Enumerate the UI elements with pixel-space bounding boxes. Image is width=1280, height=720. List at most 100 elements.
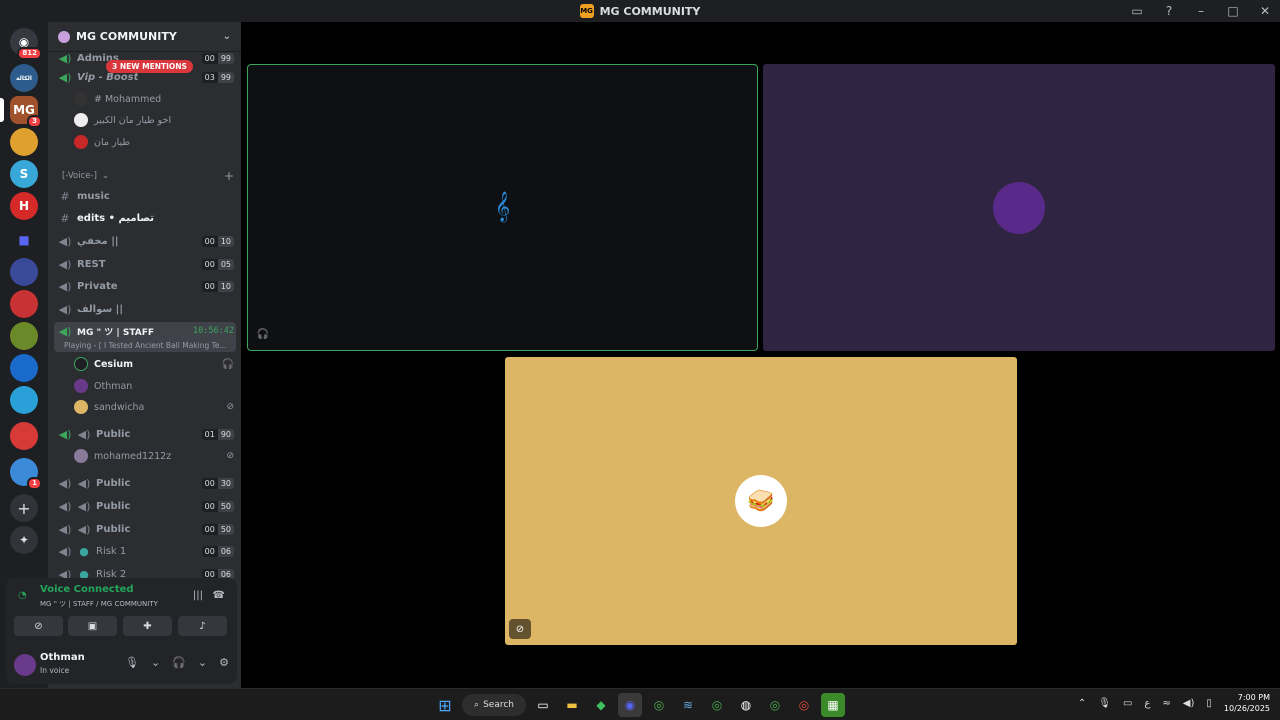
- chevron-up-icon[interactable]: ⌃: [1078, 698, 1086, 709]
- voice-channel[interactable]: ◀) مخفي || 00 10: [56, 231, 234, 251]
- voice-user[interactable]: Othman: [74, 376, 234, 396]
- chevron-down-icon[interactable]: ⌄: [198, 656, 207, 669]
- microphone-icon[interactable]: 🎙: [125, 656, 139, 669]
- minimize-button[interactable]: –: [1194, 4, 1208, 18]
- avatar: [74, 400, 88, 414]
- soundboard-icon: ♪: [199, 620, 206, 632]
- server-icon[interactable]: 1: [10, 458, 42, 490]
- voice-status[interactable]: Voice Connected: [40, 584, 134, 595]
- windows-start-icon[interactable]: ⊞: [433, 693, 457, 717]
- count-limit: 50: [217, 500, 234, 512]
- user-count: 00 06: [201, 545, 234, 557]
- screen-share-button[interactable]: ▣: [68, 616, 117, 636]
- app-icon[interactable]: ≋: [676, 693, 700, 717]
- chrome-icon[interactable]: ◎: [763, 693, 787, 717]
- soundboard-button[interactable]: ♪: [178, 616, 227, 636]
- speaker-icon: ◀): [58, 279, 72, 293]
- help-icon[interactable]: ?: [1162, 4, 1176, 18]
- voice-channel[interactable]: ◀) Vip - Boost 03 99: [56, 67, 234, 87]
- chrome-icon[interactable]: ◎: [705, 693, 729, 717]
- file-explorer-icon[interactable]: ▬: [560, 693, 584, 717]
- voice-stage: 𝄞 🎧 🥪 ⊘: [241, 22, 1280, 688]
- channel-name: edits • تصاميم: [77, 212, 154, 224]
- server-icon[interactable]: [10, 422, 38, 450]
- close-button[interactable]: ✕: [1258, 4, 1272, 18]
- count-current: 00: [201, 523, 218, 535]
- folder-icon[interactable]: ■: [10, 226, 38, 254]
- activities-button[interactable]: ✚: [123, 616, 172, 636]
- channel-name: Public: [96, 477, 131, 489]
- add-server-icon[interactable]: +: [10, 494, 38, 522]
- participant-tile-othman[interactable]: [763, 64, 1275, 351]
- user-controls: 🎙 ⌄ 🎧 ⌄ ⚙: [125, 656, 229, 669]
- inbox-icon[interactable]: ▭: [1130, 4, 1144, 18]
- voice-user[interactable]: طيار مان: [74, 132, 234, 152]
- speaker-icon: ◀): [58, 522, 72, 536]
- voice-user[interactable]: sandwicha ⊘: [74, 397, 234, 417]
- voice-channel[interactable]: ◀) سوالف ||: [56, 299, 234, 319]
- voice-user[interactable]: mohamed1212z ⊘: [74, 446, 234, 466]
- voice-user[interactable]: اخو طيار مان الكبير: [74, 110, 234, 130]
- server-icon[interactable]: [10, 128, 38, 156]
- voice-channel-path[interactable]: MG " ツ | STAFF / MG COMMUNITY: [40, 599, 158, 609]
- voice-channel[interactable]: ◀) REST 00 05: [56, 254, 234, 274]
- voice-channel[interactable]: ◀) ◀) Public 00 50: [56, 496, 234, 516]
- server-icon[interactable]: [10, 258, 38, 286]
- server-mg-community[interactable]: MG 3: [10, 96, 42, 128]
- wifi-icon[interactable]: ≈: [1162, 698, 1170, 709]
- text-channel[interactable]: # edits • تصاميم: [56, 208, 234, 228]
- app-icon[interactable]: ◆: [589, 693, 613, 717]
- taskbar-search[interactable]: ⌕ Search: [462, 694, 526, 716]
- signal-icon[interactable]: ◔: [18, 590, 27, 601]
- discord-taskbar-icon[interactable]: ◉: [618, 693, 642, 717]
- minecraft-icon[interactable]: ▦: [821, 693, 845, 717]
- volume-icon[interactable]: ◀): [1183, 698, 1195, 709]
- participant-tile-sandwicha[interactable]: 🥪 ⊘: [505, 357, 1017, 645]
- disconnect-icon[interactable]: ☎: [213, 590, 225, 601]
- server-icon[interactable]: H: [10, 192, 38, 220]
- voice-channel[interactable]: ◀) Private 00 10: [56, 276, 234, 296]
- category-voice[interactable]: [-Voice-] ⌄ +: [56, 166, 234, 186]
- voice-channel[interactable]: ◀) ◀) Public 00 30: [56, 473, 234, 493]
- chrome-icon[interactable]: ◎: [647, 693, 671, 717]
- camera-button[interactable]: ⊘: [14, 616, 63, 636]
- add-channel-icon[interactable]: +: [224, 169, 234, 183]
- server-icon[interactable]: [10, 290, 38, 318]
- text-channel[interactable]: # music: [56, 186, 234, 206]
- direct-messages-button[interactable]: ◉ 812: [10, 28, 42, 60]
- chevron-down-icon[interactable]: ⌄: [151, 656, 160, 669]
- task-view-icon[interactable]: ▭: [531, 693, 555, 717]
- headphones-icon[interactable]: 🎧: [172, 656, 186, 669]
- chrome-icon[interactable]: ◎: [792, 693, 816, 717]
- settings-gear-icon[interactable]: ⚙: [219, 656, 229, 669]
- server-icon[interactable]: [10, 322, 38, 350]
- display-icon[interactable]: ▭: [1123, 698, 1132, 709]
- clock[interactable]: 7:00 PM 10/26/2025: [1224, 692, 1270, 714]
- app-icon[interactable]: ◍: [734, 693, 758, 717]
- server-badge: 3: [27, 115, 42, 128]
- user-count: 00 50: [201, 523, 234, 535]
- language-icon[interactable]: ع: [1144, 698, 1150, 709]
- noise-suppression-icon[interactable]: |||: [193, 590, 203, 601]
- participant-tile-cesium[interactable]: 𝄞 🎧: [247, 64, 758, 351]
- user-name[interactable]: Othman: [40, 652, 85, 663]
- app-logo-icon: MG: [579, 4, 594, 18]
- battery-icon[interactable]: ▯: [1206, 698, 1212, 709]
- deafened-icon: 🎧: [256, 328, 270, 340]
- server-icon[interactable]: الكالة: [10, 64, 38, 92]
- voice-channel[interactable]: ◀) ◀) Public 01 90: [56, 424, 234, 444]
- voice-channel[interactable]: ◀) ● Risk 1 00 06: [56, 541, 234, 561]
- guild-icon: [58, 30, 70, 43]
- count-limit: 99: [217, 52, 234, 64]
- voice-user[interactable]: Cesium 🎧: [74, 354, 234, 374]
- speaker-icon: ◀): [58, 544, 72, 558]
- avatar[interactable]: [14, 654, 36, 676]
- server-icon[interactable]: [10, 386, 38, 414]
- voice-channel[interactable]: ◀) ◀) Public 00 50: [56, 519, 234, 539]
- microphone-icon[interactable]: 🎙: [1098, 698, 1111, 709]
- server-icon[interactable]: S: [10, 160, 38, 188]
- discover-icon[interactable]: ✦: [10, 526, 38, 554]
- maximize-button[interactable]: □: [1226, 4, 1240, 18]
- server-icon[interactable]: [10, 354, 38, 382]
- voice-user[interactable]: # Mohammed: [74, 89, 234, 109]
